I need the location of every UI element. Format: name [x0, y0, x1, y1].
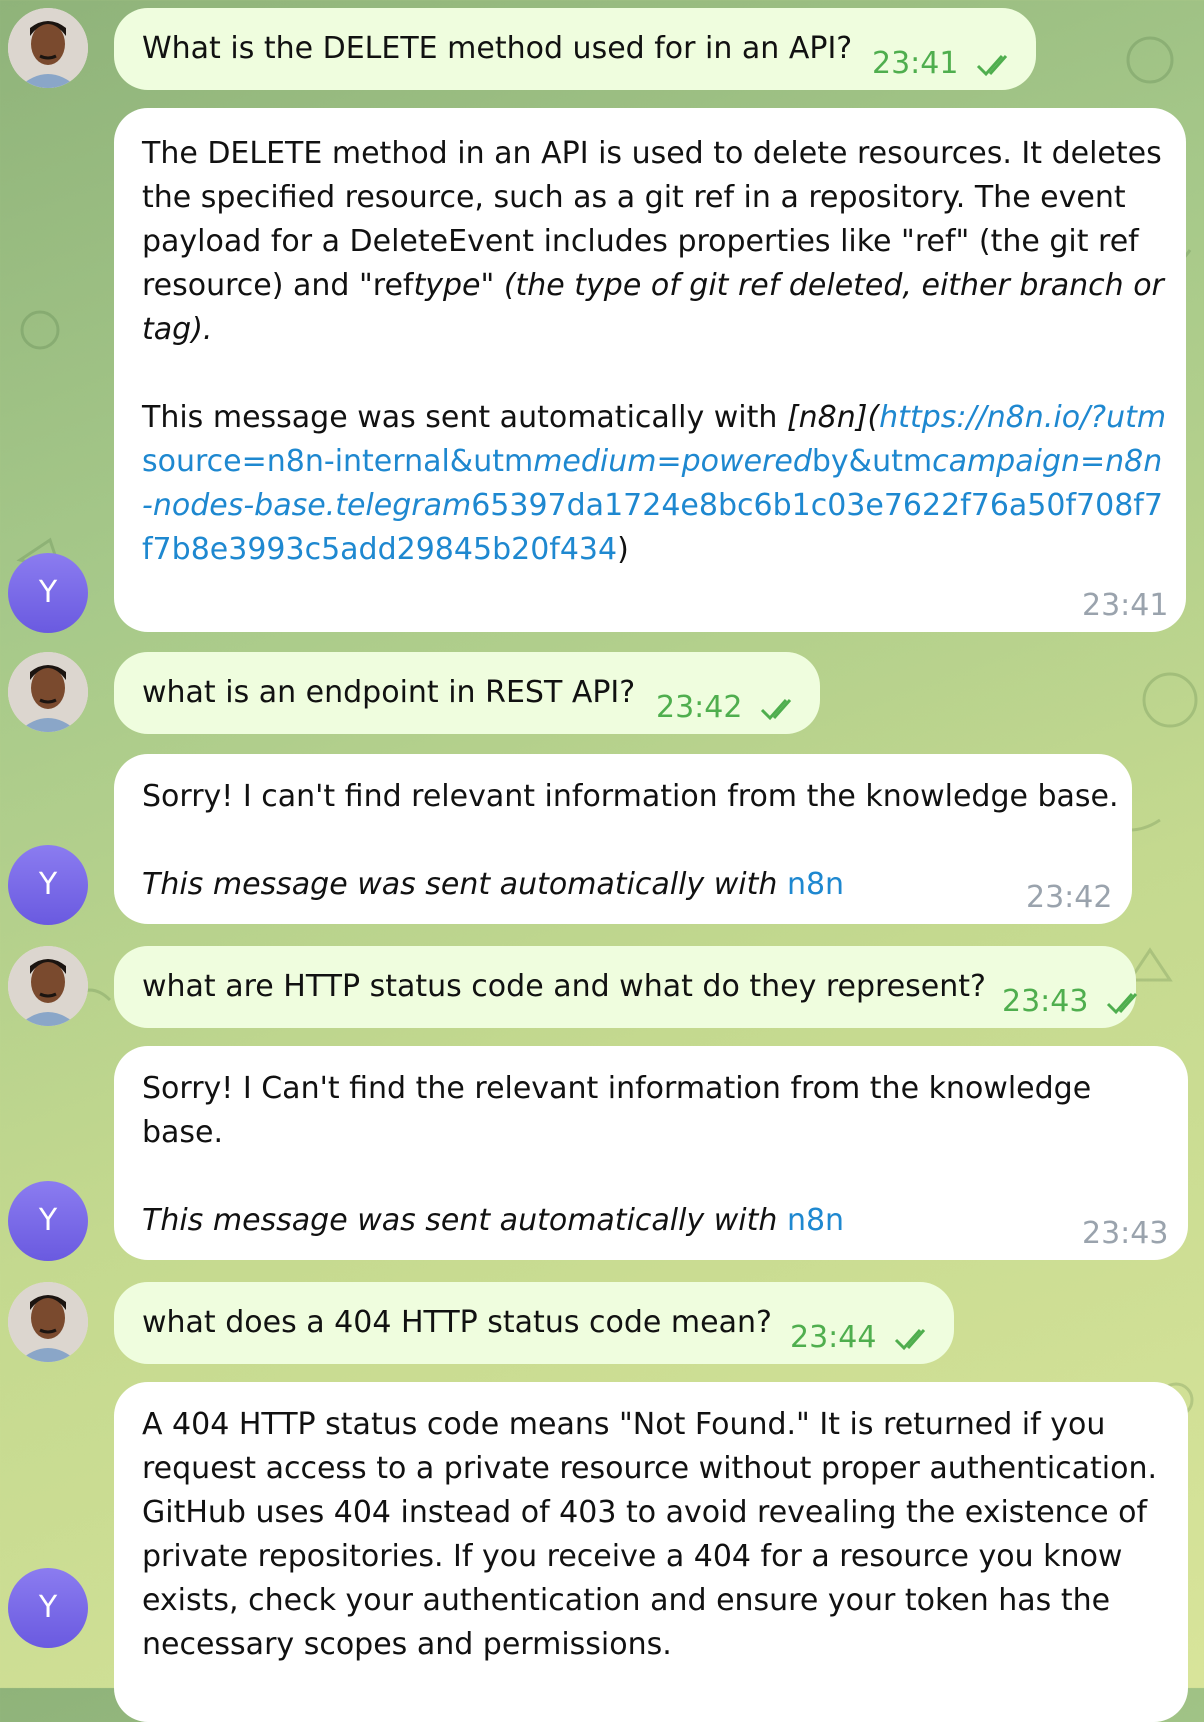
message-text: what does a 404 HTTP status code mean? — [142, 1305, 772, 1340]
bot-avatar[interactable]: Y — [8, 845, 88, 925]
message-bubble[interactable]: what is an endpoint in REST API? 23:42 — [114, 652, 820, 734]
message-time: 23:41 — [872, 46, 959, 81]
message-text: what is an endpoint in REST API? — [142, 675, 636, 710]
message-time: 23:42 — [1026, 880, 1113, 915]
read-checkmarks-icon — [760, 699, 792, 721]
user-photo-icon — [8, 1282, 88, 1362]
message-time: 23:43 — [1002, 984, 1089, 1019]
message-bubble[interactable]: what are HTTP status code and what do th… — [114, 946, 1138, 1028]
user-avatar[interactable] — [8, 1282, 88, 1362]
bot-avatar[interactable]: Y — [8, 553, 88, 633]
chat-history[interactable]: What is the DELETE method used for in an… — [0, 0, 1204, 1722]
bot-avatar[interactable]: Y — [8, 1568, 88, 1648]
message-text: A 404 HTTP status code means "Not Found.… — [142, 1407, 1167, 1662]
user-avatar[interactable] — [8, 946, 88, 1026]
n8n-link[interactable]: n8n — [787, 1203, 844, 1238]
message-bubble[interactable]: The DELETE method in an API is used to d… — [114, 108, 1186, 632]
message-bubble[interactable]: Sorry! I can't find relevant information… — [114, 754, 1132, 924]
message-bubble[interactable]: Sorry! I Can't find the relevant informa… — [114, 1046, 1188, 1260]
message-time: 23:42 — [656, 690, 743, 725]
message-text: what are HTTP status code and what do th… — [142, 969, 986, 1004]
message-text: What is the DELETE method used for in an… — [142, 31, 853, 66]
read-checkmarks-icon — [976, 55, 1008, 77]
read-checkmarks-icon — [1106, 993, 1138, 1015]
message-bubble[interactable]: A 404 HTTP status code means "Not Found.… — [114, 1382, 1188, 1722]
user-photo-icon — [8, 652, 88, 732]
user-avatar[interactable] — [8, 652, 88, 732]
message-bubble[interactable]: what does a 404 HTTP status code mean? 2… — [114, 1282, 954, 1364]
message-time: 23:43 — [1082, 1216, 1169, 1251]
message-time: 23:41 — [1082, 588, 1169, 623]
message-time: 23:44 — [790, 1320, 877, 1355]
message-text: Sorry! I can't find relevant information… — [142, 779, 1119, 902]
message-link[interactable]: https://n8n.io/? — [879, 400, 1106, 435]
bot-avatar[interactable]: Y — [8, 1181, 88, 1261]
read-checkmarks-icon — [894, 1329, 926, 1351]
user-photo-icon — [8, 946, 88, 1026]
message-text: Sorry! I Can't find the relevant informa… — [142, 1071, 1101, 1238]
user-photo-icon — [8, 8, 88, 88]
user-avatar[interactable] — [8, 8, 88, 88]
message-bubble[interactable]: What is the DELETE method used for in an… — [114, 8, 1036, 90]
n8n-link[interactable]: n8n — [787, 867, 844, 902]
message-text: The DELETE method in an API is used to d… — [142, 136, 1174, 567]
